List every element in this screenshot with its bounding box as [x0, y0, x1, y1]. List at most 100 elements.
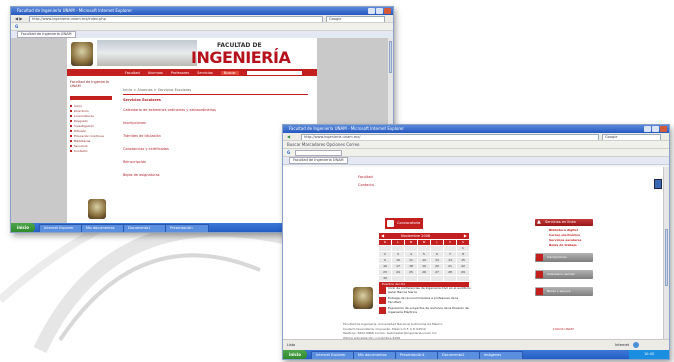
- calendar-day[interactable]: [457, 276, 469, 281]
- address-bar[interactable]: http://www.ingenieria.unam.mx/: [301, 134, 599, 140]
- top-link[interactable]: Contacto: [358, 183, 374, 187]
- minimize-button[interactable]: [368, 8, 375, 14]
- panel-button[interactable]: Becas y apoyos: [535, 287, 593, 296]
- calendar-next-icon[interactable]: ▶: [464, 233, 467, 238]
- top-link[interactable]: Facultad: [358, 175, 373, 179]
- calendar-day[interactable]: 26: [418, 270, 430, 275]
- taskbar-button[interactable]: Documento1: [123, 224, 167, 232]
- calendar-day[interactable]: 21: [444, 264, 456, 269]
- toolbar-text[interactable]: Buscar Marcadores Opciones Correo: [287, 142, 359, 147]
- calendar-day[interactable]: 19: [418, 264, 430, 269]
- news-item[interactable]: Entrega de reconocimientos a profesores …: [379, 297, 471, 304]
- calendar-day[interactable]: 18: [405, 264, 417, 269]
- search-box[interactable]: Google: [326, 16, 385, 22]
- window-titlebar[interactable]: Facultad de Ingeniería UNAM - Microsoft …: [283, 125, 669, 133]
- calendar-day[interactable]: 22: [457, 264, 469, 269]
- calendar-day[interactable]: 6: [431, 252, 443, 257]
- calendar-day[interactable]: 16: [379, 264, 391, 269]
- calendar-day[interactable]: 15: [457, 258, 469, 263]
- calendar-day[interactable]: 5: [418, 252, 430, 257]
- calendar-day[interactable]: 9: [379, 258, 391, 263]
- nav-item[interactable]: Facultad: [125, 71, 140, 75]
- content-list-item[interactable]: Constancias y certificados: [123, 147, 308, 151]
- calendar-day[interactable]: 20: [431, 264, 443, 269]
- toolbar-search-field[interactable]: [294, 150, 342, 156]
- google-toolbar-icon[interactable]: G: [15, 24, 18, 29]
- calendar-prev-icon[interactable]: ◀: [381, 233, 384, 238]
- google-toolbar-icon[interactable]: G: [287, 150, 290, 155]
- content-list-item[interactable]: Calendario de exámenes ordinarios y extr…: [123, 108, 308, 112]
- panel-link[interactable]: Bolsa de trabajo: [549, 243, 593, 248]
- calendar-day[interactable]: [431, 246, 443, 251]
- calendar-day[interactable]: [405, 276, 417, 281]
- calendar-day[interactable]: 12: [418, 258, 430, 263]
- calendar-day[interactable]: 28: [444, 270, 456, 275]
- nav-item[interactable]: Alumnos: [148, 71, 163, 75]
- calendar-day[interactable]: 24: [392, 270, 404, 275]
- calendar-day[interactable]: 3: [392, 252, 404, 257]
- calendar-day[interactable]: 8: [457, 252, 469, 257]
- back-icon[interactable]: ◀: [287, 134, 290, 139]
- tab-ingenieria[interactable]: Facultad de Ingeniería UNAM: [17, 31, 76, 38]
- maximize-button[interactable]: [376, 8, 383, 14]
- calendar-day[interactable]: [379, 246, 391, 251]
- calendar-day[interactable]: [431, 276, 443, 281]
- scrollbar-thumb[interactable]: [389, 41, 392, 73]
- taskbar-button[interactable]: Presentación: [165, 224, 209, 232]
- footer-link[interactable]: LOGOS UNAM: [553, 327, 574, 331]
- calendar-day[interactable]: [418, 246, 430, 251]
- close-button[interactable]: [660, 126, 667, 132]
- taskbar-button[interactable]: Presentación1: [395, 351, 439, 359]
- calendar-day[interactable]: 17: [392, 264, 404, 269]
- calendar-day[interactable]: 27: [431, 270, 443, 275]
- taskbar-button[interactable]: Documento2: [437, 351, 481, 359]
- calendar-day[interactable]: [418, 276, 430, 281]
- nav-item[interactable]: Servicios: [197, 71, 213, 75]
- content-list-item[interactable]: Inscripciones: [123, 121, 308, 125]
- taskbar-button[interactable]: Imágenes: [479, 351, 523, 359]
- calendar-day[interactable]: 14: [444, 258, 456, 263]
- calendar-day[interactable]: 4: [405, 252, 417, 257]
- back-icon[interactable]: ◀ ▶: [15, 16, 22, 21]
- search-box[interactable]: Google: [602, 134, 661, 140]
- nav-search-input[interactable]: [246, 70, 302, 75]
- calendar-day[interactable]: [392, 246, 404, 251]
- content-list-item[interactable]: Reinscripción: [123, 160, 308, 164]
- address-bar[interactable]: http://www.ingenieria.unam.mx/index.php: [29, 16, 323, 22]
- calendar-day[interactable]: [444, 276, 456, 281]
- page-side-icon[interactable]: [654, 179, 662, 189]
- taskbar-button[interactable]: Internet Explorer: [39, 224, 83, 232]
- start-button[interactable]: inicio: [11, 223, 35, 232]
- calendar-day[interactable]: [444, 246, 456, 251]
- panel-button[interactable]: Calendario escolar: [535, 270, 593, 279]
- maximize-button[interactable]: [652, 126, 659, 132]
- calendar-day[interactable]: 7: [444, 252, 456, 257]
- calendar-day[interactable]: 10: [392, 258, 404, 263]
- calendar-day[interactable]: 23: [379, 270, 391, 275]
- calendar-day[interactable]: [405, 246, 417, 251]
- calendar-day[interactable]: 29: [457, 270, 469, 275]
- scrollbar-thumb[interactable]: [665, 229, 668, 286]
- taskbar-button[interactable]: Internet Explorer: [311, 351, 355, 359]
- start-button[interactable]: inicio: [283, 350, 307, 359]
- vertical-scrollbar[interactable]: [663, 167, 669, 339]
- calendar-day[interactable]: 1: [457, 246, 469, 251]
- nav-item[interactable]: Profesores: [171, 71, 189, 75]
- convocatoria-banner[interactable]: Convocatoria: [385, 218, 423, 229]
- content-list-item[interactable]: Bajas de asignaturas: [123, 173, 308, 177]
- close-button[interactable]: [384, 8, 391, 14]
- news-item[interactable]: Exposición de proyectos de alumnos de la…: [379, 307, 471, 314]
- nav-search-label[interactable]: Buscar: [220, 70, 239, 75]
- calendar-day[interactable]: 13: [431, 258, 443, 263]
- calendar-day[interactable]: 2: [379, 252, 391, 257]
- taskbar-button[interactable]: Mis documentos: [81, 224, 125, 232]
- calendar-day[interactable]: 30: [379, 276, 391, 281]
- content-list-item[interactable]: Trámites de titulación: [123, 134, 308, 138]
- taskbar-button[interactable]: Mis documentos: [353, 351, 397, 359]
- calendar-day[interactable]: 11: [405, 258, 417, 263]
- minimize-button[interactable]: [644, 126, 651, 132]
- news-item[interactable]: Ciclo de conferencias de Ingeniería Civi…: [379, 287, 471, 294]
- left-menu-item[interactable]: Contacto: [70, 148, 112, 153]
- calendar-day[interactable]: 25: [405, 270, 417, 275]
- calendar-day[interactable]: [392, 276, 404, 281]
